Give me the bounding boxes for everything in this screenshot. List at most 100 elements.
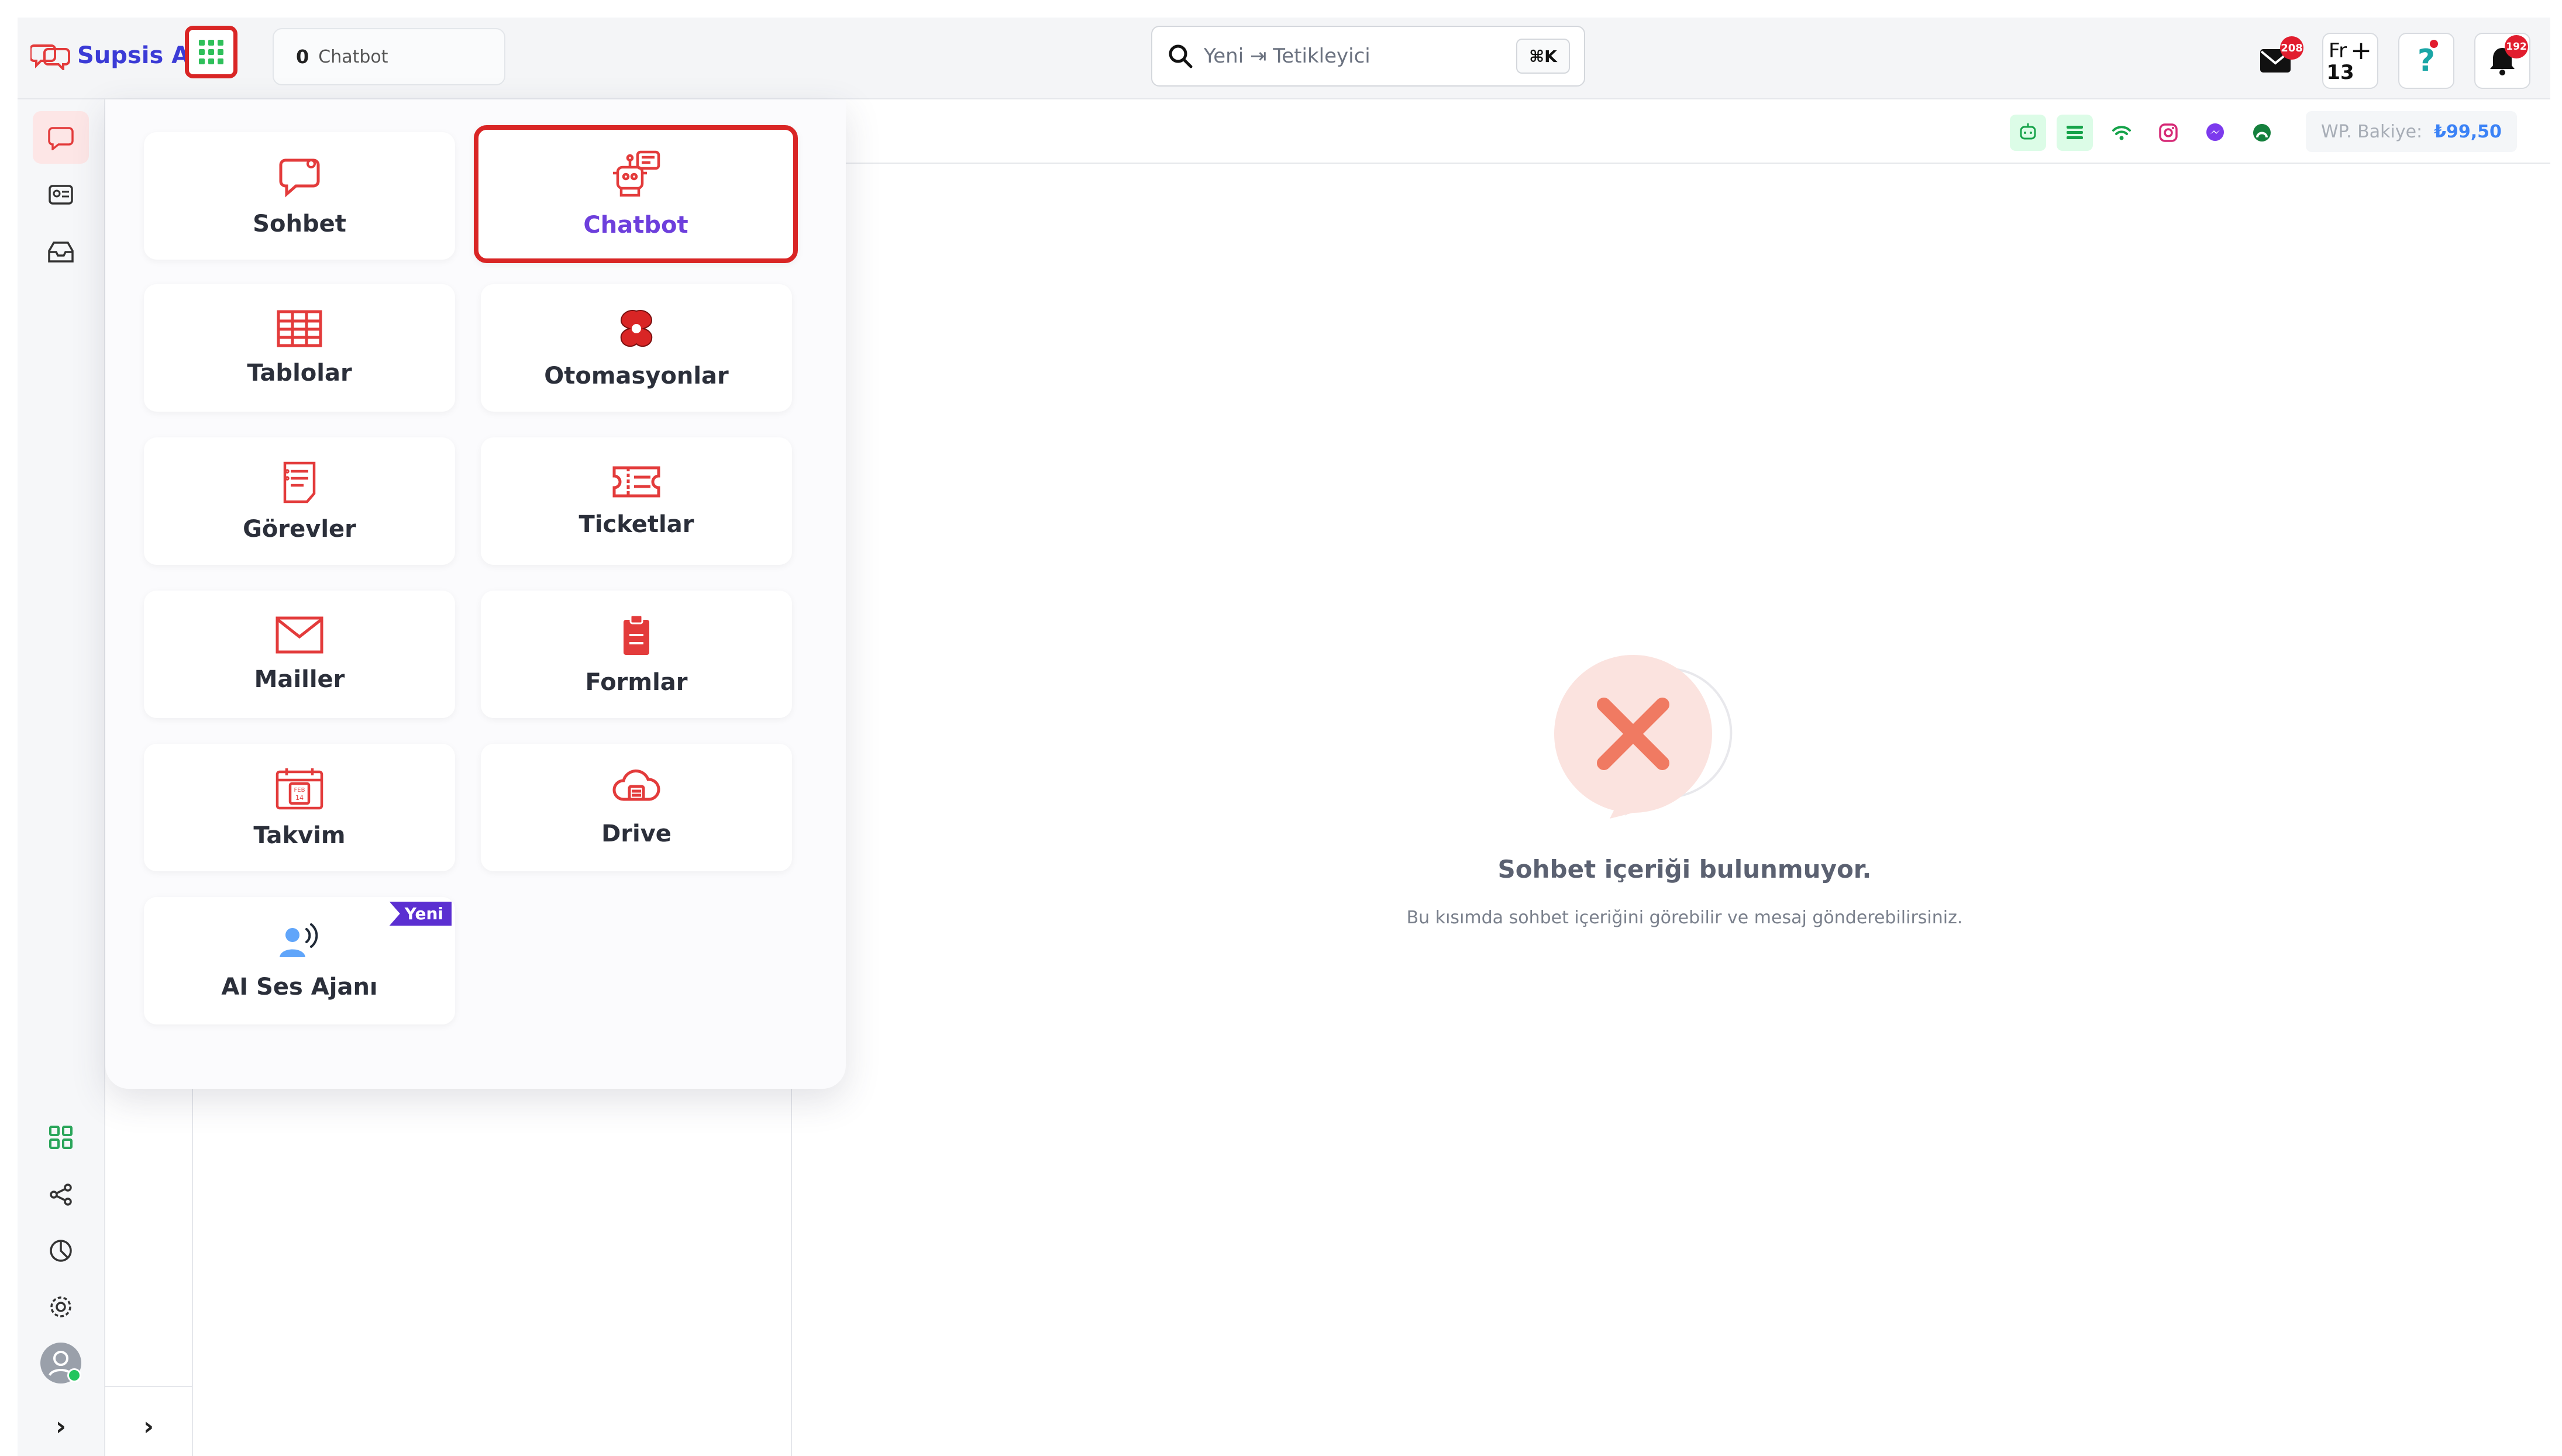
app-tile-takvim[interactable]: FEB 14 Takvim: [144, 744, 455, 871]
channel-logo-icon: [2253, 124, 2271, 142]
help-dot: [2430, 40, 2438, 48]
app-tile-sohbet[interactable]: Sohbet: [144, 132, 455, 260]
app-tile-gorevler[interactable]: Görevler: [144, 437, 455, 565]
clipboard-icon: [624, 614, 649, 655]
envelope-icon: [276, 616, 323, 654]
channel-instagram[interactable]: [2150, 115, 2186, 151]
wp-balance: WP. Bakiye: ₺99,50: [2306, 111, 2517, 152]
ticket-icon: [612, 466, 660, 498]
online-status-dot: [67, 1368, 81, 1382]
app-tile-ai-ses-ajani[interactable]: Yeni AI Ses Ajanı: [144, 897, 455, 1024]
app-tile-label: Görevler: [243, 516, 356, 543]
bot-icon: [2020, 123, 2036, 140]
chatbot-count: 0: [296, 46, 309, 68]
rail-integrations[interactable]: [33, 1168, 89, 1221]
share-nodes-icon: [50, 1184, 72, 1206]
svg-text:FEB: FEB: [294, 787, 305, 793]
pie-chart-icon: [50, 1240, 72, 1262]
messenger-icon: [2206, 123, 2224, 141]
empty-state-title: Sohbet içeriği bulunmuyor.: [1497, 855, 1872, 884]
apps-grid-icon: [199, 40, 223, 64]
inbox-icon: [48, 241, 74, 263]
chat-bubble-icon: [279, 158, 320, 198]
robot-icon: [613, 150, 660, 197]
rail-reports[interactable]: [33, 1224, 89, 1277]
rail-contacts[interactable]: [33, 168, 89, 221]
wp-balance-label: WP. Bakiye:: [2321, 121, 2423, 142]
app-tile-otomasyonlar[interactable]: Otomasyonlar: [481, 284, 792, 412]
mail-button[interactable]: 208: [2247, 33, 2303, 89]
help-icon: ?: [2417, 43, 2436, 78]
search-placeholder: Yeni ⇥ Tetikleyici: [1204, 44, 1370, 68]
app-tile-mailler[interactable]: Mailler: [144, 591, 455, 718]
chatbot-counter[interactable]: 0 Chatbot: [273, 28, 505, 85]
channel-list[interactable]: [2057, 115, 2093, 151]
empty-state-description: Bu kısımda sohbet içeriğini görebilir ve…: [1406, 908, 1963, 928]
app-tile-drive[interactable]: Drive: [481, 744, 792, 871]
app-tile-label: Sohbet: [253, 211, 346, 237]
search-icon: [1169, 44, 1193, 68]
list-icon: [2067, 126, 2083, 139]
calendar-day-number: 13: [2326, 61, 2354, 84]
app-tile-tablolar[interactable]: Tablolar: [144, 284, 455, 412]
logo[interactable]: Supsis Ai: [30, 37, 198, 74]
new-tag: Yeni: [389, 902, 452, 926]
channel-wifi[interactable]: [2103, 115, 2140, 151]
contact-card-icon: [49, 185, 73, 205]
app-window: Supsis Ai 0 Chatbot Yeni ⇥ Tetikleyici ⌘…: [18, 18, 2550, 1456]
logo-icon: [30, 44, 70, 70]
divider: [105, 1386, 192, 1387]
cloud-drive-icon: [612, 769, 660, 801]
channel-bot[interactable]: [2010, 115, 2046, 151]
task-list-icon: [283, 461, 316, 503]
avatar: [40, 1343, 81, 1383]
app-tile-label: Otomasyonlar: [544, 363, 729, 389]
app-tile-chatbot[interactable]: Chatbot: [474, 125, 798, 263]
calendar-date-button[interactable]: Fr + 13: [2322, 33, 2378, 89]
chatbot-counter-label: Chatbot: [318, 46, 388, 67]
channel-other[interactable]: [2244, 115, 2280, 151]
channel-bar: WP. Bakiye: ₺99,50: [792, 99, 2550, 164]
table-grid-icon: [277, 310, 322, 347]
calendar-icon: FEB14: [276, 768, 323, 810]
automation-icon: [620, 310, 653, 347]
notification-badge: 192: [2505, 35, 2528, 58]
mail-badge: 208: [2280, 36, 2303, 60]
logo-text: Supsis Ai: [77, 42, 198, 69]
notifications-button[interactable]: 192: [2474, 33, 2530, 89]
app-tile-formlar[interactable]: Formlar: [481, 591, 792, 718]
apps-menu-popup: Sohbet Chatbot Tablolar Otomasyonlar Gör…: [105, 99, 846, 1089]
apps-menu-button[interactable]: [185, 26, 237, 78]
rail-settings[interactable]: [33, 1281, 89, 1333]
chevron-right-icon: ›: [143, 1411, 154, 1441]
app-tile-ticketlar[interactable]: Ticketlar: [481, 437, 792, 565]
help-button[interactable]: ?: [2398, 33, 2454, 89]
voice-agent-icon: [280, 923, 318, 957]
rail-chat[interactable]: [33, 111, 89, 164]
app-tile-label: AI Ses Ajanı: [221, 974, 378, 1000]
rail-apps[interactable]: [33, 1111, 89, 1164]
rail-expand-button[interactable]: ›: [33, 1400, 89, 1452]
calendar-day-short: Fr: [2329, 39, 2347, 63]
empty-chat-illustration: [1554, 655, 1733, 819]
app-tile-label: Ticketlar: [578, 511, 694, 538]
chat-bubble-icon: [48, 127, 74, 150]
app-tile-label: Mailler: [254, 666, 345, 693]
top-bar: Supsis Ai 0 Chatbot Yeni ⇥ Tetikleyici ⌘…: [18, 18, 2550, 99]
app-tile-label: Drive: [601, 820, 672, 847]
rail-user-avatar[interactable]: [33, 1337, 89, 1389]
instagram-icon: [2159, 123, 2178, 142]
channel-messenger[interactable]: [2197, 115, 2233, 151]
gear-icon: [50, 1296, 71, 1317]
wifi-icon: [2112, 126, 2131, 140]
search-shortcut-key: ⌘K: [1516, 39, 1570, 74]
app-tile-label: Chatbot: [583, 212, 688, 239]
app-tile-label: Takvim: [253, 822, 346, 849]
wp-balance-value: ₺99,50: [2434, 121, 2502, 142]
secondary-expand-button[interactable]: ›: [120, 1400, 177, 1452]
search-input[interactable]: Yeni ⇥ Tetikleyici ⌘K: [1151, 26, 1585, 87]
dashboard-grid-icon: [49, 1126, 73, 1149]
rail-inbox[interactable]: [33, 226, 89, 278]
svg-text:14: 14: [295, 794, 304, 802]
chevron-right-icon: ›: [55, 1411, 67, 1441]
